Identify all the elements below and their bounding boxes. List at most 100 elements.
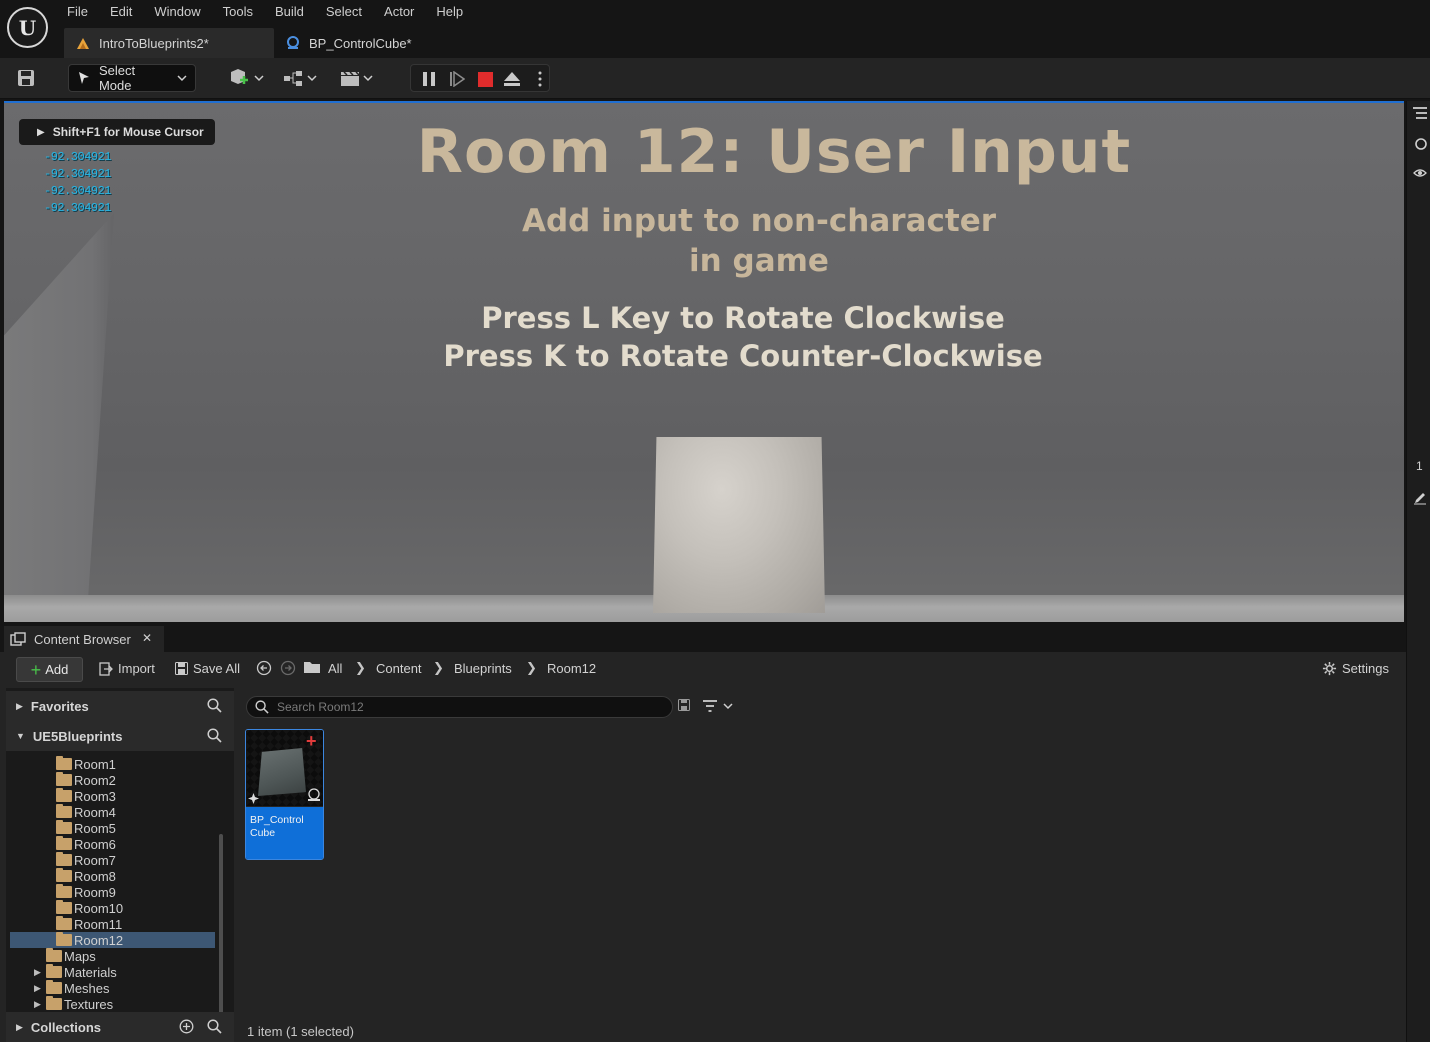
search-icon[interactable] — [207, 698, 222, 713]
asset-search-box[interactable] — [246, 696, 673, 718]
breadcrumb-blueprints[interactable]: Blueprints — [454, 661, 512, 676]
collections-label: Collections — [30, 1019, 101, 1035]
menu-file[interactable]: File — [56, 0, 99, 24]
save-search-button[interactable] — [678, 699, 690, 711]
blueprint-icon — [287, 36, 299, 49]
folder-room4[interactable]: Room4 — [56, 804, 116, 820]
edit-pencil-icon[interactable] — [1413, 491, 1429, 507]
settings-button[interactable]: Settings — [1322, 661, 1389, 676]
eject-button[interactable] — [502, 69, 522, 89]
menu-window[interactable]: Window — [143, 0, 211, 24]
collapse-arrow-icon[interactable]: ▼ — [16, 731, 25, 741]
visibility-eye-icon[interactable] — [1413, 167, 1429, 183]
history-forward-button[interactable] — [280, 660, 296, 676]
blueprint-class-icon — [248, 793, 259, 804]
filter-icon — [703, 700, 733, 712]
breadcrumb-content[interactable]: Content — [376, 661, 422, 676]
import-button[interactable]: Import — [99, 661, 155, 676]
filter-button[interactable] — [702, 699, 734, 713]
close-icon[interactable]: ✕ — [142, 631, 152, 645]
blueprints-menu-button[interactable] — [282, 64, 320, 92]
asset-tile-bp-controlcube[interactable]: + BP_Control Cube — [245, 729, 324, 860]
breadcrumb-all[interactable]: All — [328, 661, 342, 676]
project-header[interactable]: ▼ UE5Blueprints — [6, 721, 234, 751]
pause-button[interactable] — [420, 69, 438, 89]
folder-label: Room7 — [74, 852, 116, 868]
frame-skip-button[interactable] — [448, 69, 466, 89]
expand-arrow-icon[interactable]: ▶ — [34, 967, 44, 978]
menu-select[interactable]: Select — [315, 0, 373, 24]
chevron-right-icon[interactable]: ❯ — [433, 660, 444, 676]
expand-arrow-icon[interactable]: ▶ — [16, 1022, 23, 1033]
folder-room12[interactable]: Room12 — [10, 932, 215, 948]
folder-label: Room5 — [74, 820, 116, 836]
add-button[interactable]: + Add — [16, 657, 83, 682]
folder-room9[interactable]: Room9 — [56, 884, 116, 900]
add-actor-button[interactable] — [226, 64, 266, 92]
tab-blueprint[interactable]: BP_ControlCube* — [274, 28, 424, 58]
folder-meshes[interactable]: ▶ Meshes — [34, 980, 110, 996]
breadcrumb-room12[interactable]: Room12 — [547, 661, 596, 676]
folder-room6[interactable]: Room6 — [56, 836, 116, 852]
folder-icon — [56, 836, 72, 850]
expand-arrow-icon[interactable]: ▶ — [16, 701, 23, 712]
save-button[interactable] — [14, 64, 38, 92]
menu-edit[interactable]: Edit — [99, 0, 143, 24]
folder-textures[interactable]: ▶ Textures — [34, 996, 113, 1012]
select-mode-dropdown[interactable]: Select Mode — [68, 63, 196, 93]
folder-materials[interactable]: ▶ Materials — [34, 964, 117, 980]
menu-tools[interactable]: Tools — [212, 0, 264, 24]
mouse-cursor-hint: ▶ Shift+F1 for Mouse Cursor — [19, 119, 215, 145]
folder-icon — [56, 900, 72, 914]
unreal-logo-icon[interactable]: U — [7, 7, 48, 48]
plus-icon: + — [30, 659, 42, 680]
tab-content-browser[interactable]: Content Browser ✕ — [4, 626, 164, 652]
eject-icon — [504, 72, 520, 86]
play-options-button[interactable] — [533, 69, 547, 89]
search-icon[interactable] — [207, 728, 222, 743]
folder-room10[interactable]: Room10 — [56, 900, 123, 916]
folder-label: Room2 — [74, 772, 116, 788]
expand-arrow-icon[interactable]: ▶ — [34, 983, 44, 994]
folder-room2[interactable]: Room2 — [56, 772, 116, 788]
cinematics-button[interactable] — [338, 64, 376, 92]
menu-help[interactable]: Help — [425, 0, 474, 24]
folder-room1[interactable]: Room1 — [56, 756, 116, 772]
menu-build[interactable]: Build — [264, 0, 315, 24]
control-cube[interactable] — [653, 437, 825, 613]
folder-room7[interactable]: Room7 — [56, 852, 116, 868]
chevron-right-icon[interactable]: ❯ — [355, 660, 366, 676]
folder-icon — [46, 980, 62, 994]
folder-icon — [56, 804, 72, 818]
folder-room3[interactable]: Room3 — [56, 788, 116, 804]
debug-line: -92.304921 — [44, 201, 112, 215]
content-browser-tabbar: Content Browser ✕ — [0, 624, 1406, 652]
tab-level[interactable]: IntroToBlueprints2* — [64, 28, 274, 58]
outliner-icon[interactable] — [1413, 107, 1429, 123]
folder-icon — [46, 948, 62, 962]
folder-room11[interactable]: Room11 — [56, 916, 122, 932]
save-all-button[interactable]: Save All — [175, 661, 240, 676]
expand-arrow-icon[interactable]: ▶ — [34, 999, 44, 1010]
clapperboard-icon — [341, 71, 373, 86]
folder-room8[interactable]: Room8 — [56, 868, 116, 884]
folder-maps[interactable]: Maps — [46, 948, 96, 964]
folder-tree-scrollbar[interactable] — [219, 834, 223, 1042]
chevron-right-icon[interactable]: ❯ — [526, 660, 537, 676]
folder-room5[interactable]: Room5 — [56, 820, 116, 836]
search-icon[interactable] — [1413, 137, 1429, 153]
level-viewport[interactable]: Room 12: User Input Add input to non-cha… — [4, 101, 1404, 622]
collections-header[interactable]: ▶ Collections — [6, 1012, 234, 1042]
folder-icon — [46, 996, 62, 1010]
favorites-header[interactable]: ▶ Favorites — [6, 691, 234, 721]
menu-actor[interactable]: Actor — [373, 0, 425, 24]
folder-icon[interactable] — [304, 660, 320, 674]
history-back-button[interactable] — [256, 660, 272, 676]
add-collection-icon[interactable] — [179, 1019, 194, 1034]
search-icon[interactable] — [207, 1019, 222, 1034]
save-all-label: Save All — [193, 661, 240, 676]
search-input[interactable] — [277, 700, 657, 714]
cube-thumbnail — [258, 748, 306, 796]
kebab-menu-icon — [538, 71, 542, 87]
stop-button[interactable] — [476, 69, 494, 89]
